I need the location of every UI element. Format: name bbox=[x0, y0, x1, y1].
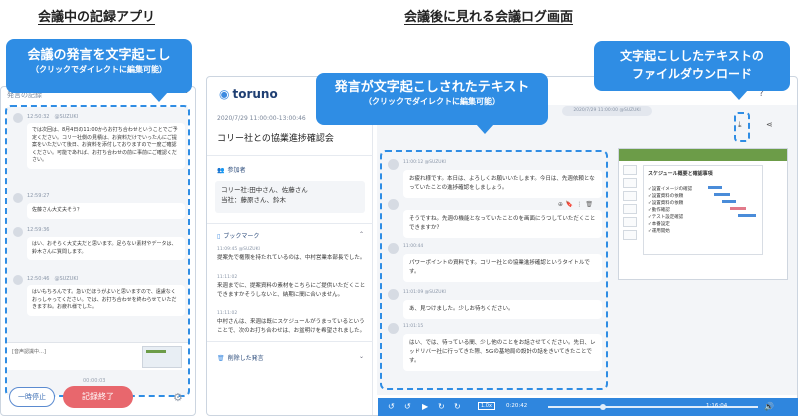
slide-thumbnails bbox=[623, 165, 639, 275]
bookmark-time: 11:11:02 bbox=[217, 311, 238, 316]
bookmark-icon: ▯ bbox=[217, 233, 221, 240]
fast-forward-icon[interactable]: ↻ bbox=[454, 402, 461, 411]
participants-box[interactable]: コリー社:田中さん、佐藤さん 当社：藤原さん、鈴木 bbox=[215, 181, 365, 213]
callout-title: 会議の発言を文字起こし bbox=[27, 48, 171, 63]
download-icon[interactable]: ⤓ ⋖ bbox=[738, 120, 773, 130]
audio-player: ↺ ↺ ▶ ↻ ↻ 1.0x 0:20:42 1:16:04 🔊 bbox=[378, 398, 798, 416]
slide-item: ✓運用開始 bbox=[648, 229, 670, 234]
trash-icon: 🗑 bbox=[217, 355, 225, 362]
deleted-section[interactable]: 🗑 削除した発言 bbox=[217, 353, 264, 362]
gantt-chart bbox=[708, 184, 760, 224]
seek-handle[interactable] bbox=[600, 404, 606, 410]
participant-line: 当社：藤原さん、鈴木 bbox=[221, 196, 286, 204]
meeting-date: 2020/7/29 11:00:00-13:00:46 bbox=[217, 115, 306, 122]
date-pill: 2020/7/29 11:00:00 @SUZUKI bbox=[562, 106, 652, 116]
bookmark-item[interactable]: 11:11:02 来週までに、提案資料の素材をこちらにご提供いただくことできます… bbox=[217, 275, 367, 299]
highlight-frame bbox=[734, 112, 750, 142]
meeting-title[interactable]: コリー社との協業進捗確認会 bbox=[217, 131, 334, 144]
callout-title-line2: ファイルダウンロード bbox=[631, 67, 752, 81]
bookmark-text: 提案先で権限を持たれているのは、中村営業本部長でした。 bbox=[217, 255, 366, 261]
bookmark-time: 11:11:02 bbox=[217, 275, 238, 280]
highlight-frame bbox=[380, 150, 608, 390]
people-icon: 👥 bbox=[217, 167, 225, 174]
slide-item: ✓テスト設定確認 bbox=[648, 215, 684, 220]
logo-icon: ◉ bbox=[219, 87, 230, 101]
bookmark-item[interactable]: 11:11:02 中村さんは、来週は既にスケジュールがうまっているということで、… bbox=[217, 311, 367, 335]
bookmark-section[interactable]: ▯ ブックマーク bbox=[217, 231, 259, 240]
callout-transcription: 会議の発言を文字起こし （クリックでダイレクトに編集可能） bbox=[6, 39, 192, 102]
chevron-down-icon[interactable]: ⌄ bbox=[359, 353, 364, 360]
slide-item: ✓本番設定 bbox=[648, 222, 670, 227]
forward-icon[interactable]: ↻ bbox=[438, 402, 445, 411]
slide-list: ✓設置イメージの確認 ✓設置資料の依頼 ✓設置資料の依頼 ✓動作確認 ✓テスト設… bbox=[648, 186, 692, 235]
pause-button[interactable]: 一時停止 bbox=[9, 387, 55, 407]
sidebar: 2020/7/29 11:00:00-13:00:46 コリー社との協業進捗確認… bbox=[207, 105, 373, 415]
highlight-frame bbox=[5, 105, 190, 397]
callout-subtitle: （クリックでダイレクトに編集可能） bbox=[364, 97, 500, 106]
participants-label: 参加者 bbox=[227, 167, 246, 174]
share-icon[interactable]: ⋖ bbox=[766, 120, 773, 129]
right-heading: 会議後に見れる会議ログ画面 bbox=[404, 10, 574, 25]
bookmark-item[interactable]: 11:09:45 @SUZUKI 提案先で権限を持たれているのは、中村営業本部長… bbox=[217, 247, 367, 263]
slide-item: ✓設置資料の依頼 bbox=[648, 194, 684, 199]
divider bbox=[207, 155, 373, 156]
slide-preview[interactable]: スケジュール概要と確認事項 ✓設置イメージの確認 ✓設置資料の依頼 ✓設置資料の… bbox=[618, 148, 788, 280]
left-heading: 会議中の記録アプリ bbox=[38, 10, 156, 25]
callout-subtitle: （クリックでダイレクトに編集可能） bbox=[31, 65, 167, 74]
slide-title: スケジュール概要と確認事項 bbox=[648, 171, 713, 177]
speed-button[interactable]: 1.0x bbox=[478, 402, 495, 410]
participant-line: コリー社:田中さん、佐藤さん bbox=[221, 186, 308, 194]
total-time: 1:16:04 bbox=[706, 403, 728, 409]
current-time: 0:20:42 bbox=[506, 403, 528, 409]
gear-icon[interactable]: ⚙ bbox=[173, 391, 183, 404]
app-logo: ◉ toruno bbox=[219, 87, 278, 101]
volume-icon[interactable]: 🔊 bbox=[764, 402, 774, 411]
divider bbox=[207, 341, 373, 342]
callout-transcript-text: 発言が文字起こしされたテキスト （クリックでダイレクトに編集可能） bbox=[316, 73, 548, 134]
rewind-icon[interactable]: ↺ bbox=[388, 402, 395, 411]
slide-item: ✓設置イメージの確認 bbox=[648, 187, 693, 192]
bookmark-label: ブックマーク bbox=[223, 233, 260, 240]
participants-section[interactable]: 👥 参加者 bbox=[217, 165, 246, 174]
slide-toolbar bbox=[619, 149, 787, 161]
callout-download: 文字起こししたテキストの ファイルダウンロード bbox=[594, 41, 790, 100]
end-recording-button[interactable]: 記録終了 bbox=[63, 386, 133, 408]
play-icon[interactable]: ▶ bbox=[422, 402, 428, 411]
recording-timer: 00:00:03 bbox=[83, 378, 106, 384]
bookmark-text: 来週までに、提案資料の素材をこちらにご提供いただくことできますかそうしないと、納… bbox=[217, 283, 366, 298]
slide-item: ✓動作確認 bbox=[648, 208, 670, 213]
bookmark-time: 11:09:45 @SUZUKI bbox=[217, 247, 260, 252]
deleted-label: 削除した発言 bbox=[227, 355, 264, 362]
callout-title: 発言が文字起こしされたテキスト bbox=[334, 80, 530, 95]
bookmark-text: 中村さんは、来週は既にスケジュールがうまっているということで、次のお打ち合わせは… bbox=[217, 319, 366, 334]
slide-page: スケジュール概要と確認事項 ✓設置イメージの確認 ✓設置資料の依頼 ✓設置資料の… bbox=[643, 165, 763, 255]
callout-title: 文字起こししたテキストの bbox=[620, 49, 764, 63]
divider bbox=[207, 223, 373, 224]
back-icon[interactable]: ↺ bbox=[404, 402, 411, 411]
recording-app: 発言の記録 ••• 12:50:32 @SUZUKI では次回は、8月4日の11… bbox=[0, 86, 196, 416]
logo-text: toruno bbox=[232, 87, 278, 101]
chevron-up-icon[interactable]: ⌃ bbox=[359, 231, 364, 238]
slide-item: ✓設置資料の依頼 bbox=[648, 201, 684, 206]
